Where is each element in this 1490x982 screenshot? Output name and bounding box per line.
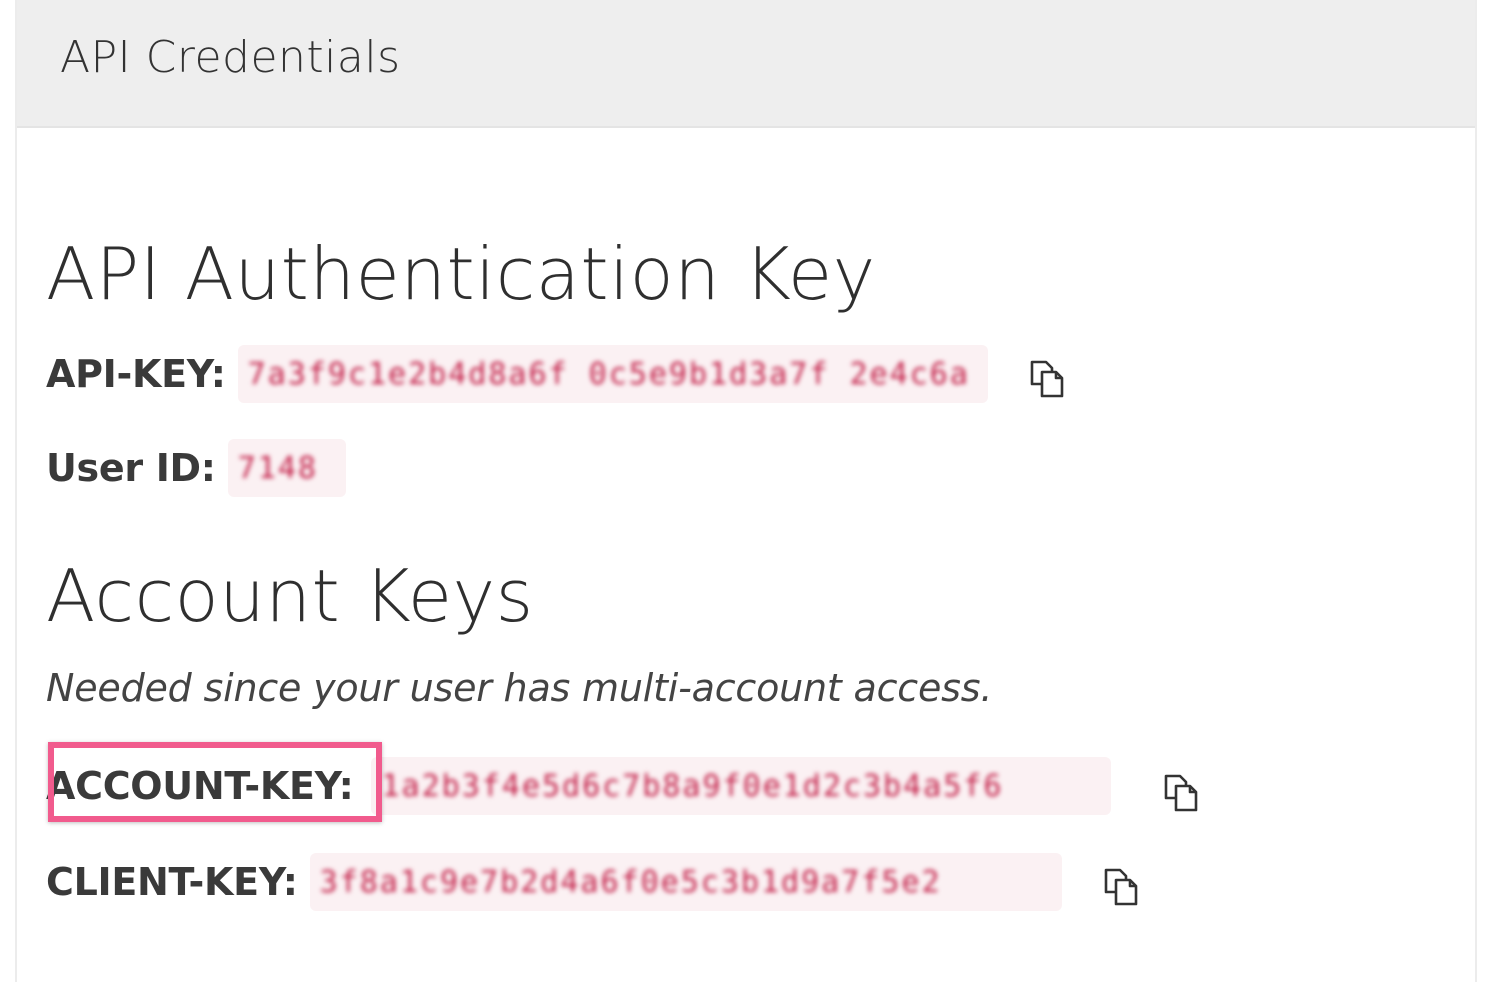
- account-key-text: 1a2b3f4e5d6c7b8a9f0e1d2c3b4a5f6: [381, 768, 1004, 804]
- account-keys-heading: Account Keys: [46, 554, 534, 638]
- copy-icon[interactable]: [1158, 768, 1204, 814]
- client-key-row: CLIENT-KEY: 3f8a1c9e7b2d4a6f0e5c3b1d9a7f…: [46, 852, 1062, 912]
- copy-icon[interactable]: [1098, 862, 1144, 908]
- api-key-value[interactable]: 7a3f9c1e2b4d8a6f 0c5e9b1d3a7f 2e4c6a: [237, 345, 988, 403]
- client-key-text: 3f8a1c9e7b2d4a6f0e5c3b1d9a7f5e2: [319, 864, 942, 900]
- panel-header: API Credentials: [17, 0, 1475, 128]
- panel-title: API Credentials: [60, 32, 401, 83]
- account-key-row: ACCOUNT-KEY: 1a2b3f4e5d6c7b8a9f0e1d2c3b4…: [46, 756, 1112, 816]
- api-key-label: API-KEY:: [46, 352, 226, 396]
- user-id-row: User ID: 7148: [46, 438, 346, 498]
- client-key-value[interactable]: 3f8a1c9e7b2d4a6f0e5c3b1d9a7f5e2: [309, 853, 1062, 911]
- api-key-text: 7a3f9c1e2b4d8a6f 0c5e9b1d3a7f 2e4c6a: [247, 356, 970, 392]
- api-key-row: API-KEY: 7a3f9c1e2b4d8a6f 0c5e9b1d3a7f 2…: [46, 344, 988, 404]
- account-key-label: ACCOUNT-KEY:: [46, 764, 354, 808]
- multi-account-note: Needed since your user has multi-account…: [46, 666, 993, 710]
- user-id-text: 7148: [237, 450, 318, 486]
- account-key-value[interactable]: 1a2b3f4e5d6c7b8a9f0e1d2c3b4a5f6: [371, 757, 1112, 815]
- copy-icon[interactable]: [1024, 354, 1070, 400]
- user-id-value[interactable]: 7148: [227, 439, 346, 497]
- client-key-label: CLIENT-KEY:: [46, 860, 298, 904]
- api-auth-heading: API Authentication Key: [46, 232, 876, 316]
- user-id-label: User ID:: [46, 446, 216, 490]
